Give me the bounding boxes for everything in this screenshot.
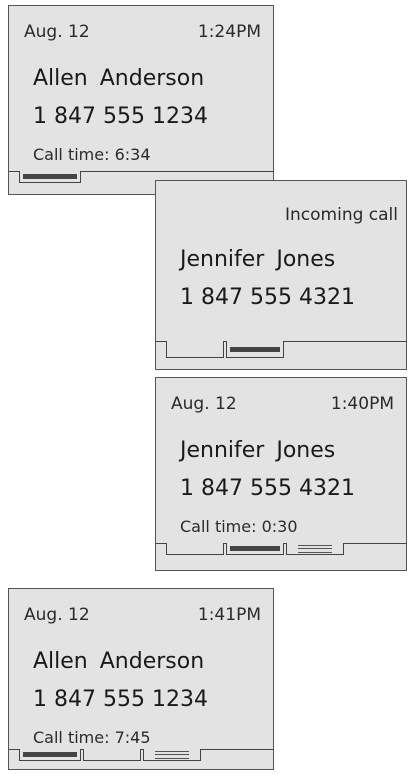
phone-screen-call-allen-2: Aug. 12 1:41PM Allen Anderson 1 847 555 … [8,588,274,770]
menu-tab[interactable] [286,543,344,555]
menu-lines-icon [298,545,332,553]
caller-number: 1 847 555 4321 [180,285,355,310]
date-label: Aug. 12 [171,394,237,414]
clock-label: 1:41PM [197,605,261,625]
date-label: Aug. 12 [24,605,90,625]
caller-number: 1 847 555 1234 [33,687,208,712]
call-tab-first[interactable] [166,341,224,358]
call-tab-second[interactable] [83,749,141,761]
call-time-label: Call time: 7:45 [33,728,151,747]
menu-tab[interactable] [143,749,201,761]
caller-number: 1 847 555 4321 [180,476,355,501]
clock-label: 1:40PM [330,394,394,414]
caller-name: Jennifer Jones [180,247,336,272]
caller-name: Jennifer Jones [180,438,336,463]
active-call-bar-icon [23,752,77,757]
incoming-call-label: Incoming call [285,205,398,225]
date-label: Aug. 12 [24,22,90,42]
active-call-bar-icon [230,546,280,551]
phone-screen-call-jennifer: Aug. 12 1:40PM Jennifer Jones 1 847 555 … [155,377,407,571]
caller-name: Allen Anderson [33,66,205,91]
call-tab-allen[interactable] [19,749,81,761]
active-call-bar-icon [230,347,280,352]
caller-name: Allen Anderson [33,649,205,674]
call-time-label: Call time: 0:30 [180,517,298,536]
clock-label: 1:24PM [197,22,261,42]
active-call-bar-icon [23,174,77,179]
call-tab-allen[interactable] [19,171,81,183]
call-tab-jennifer[interactable] [226,341,284,358]
call-tab-jennifer[interactable] [226,543,284,555]
caller-number: 1 847 555 1234 [33,104,208,129]
call-tab-first[interactable] [166,543,224,555]
menu-lines-icon [155,751,189,759]
phone-screen-call-allen-1: Aug. 12 1:24PM Allen Anderson 1 847 555 … [8,5,274,195]
call-time-label: Call time: 6:34 [33,145,151,164]
phone-screen-incoming-jennifer: Incoming call Jennifer Jones 1 847 555 4… [155,180,407,370]
